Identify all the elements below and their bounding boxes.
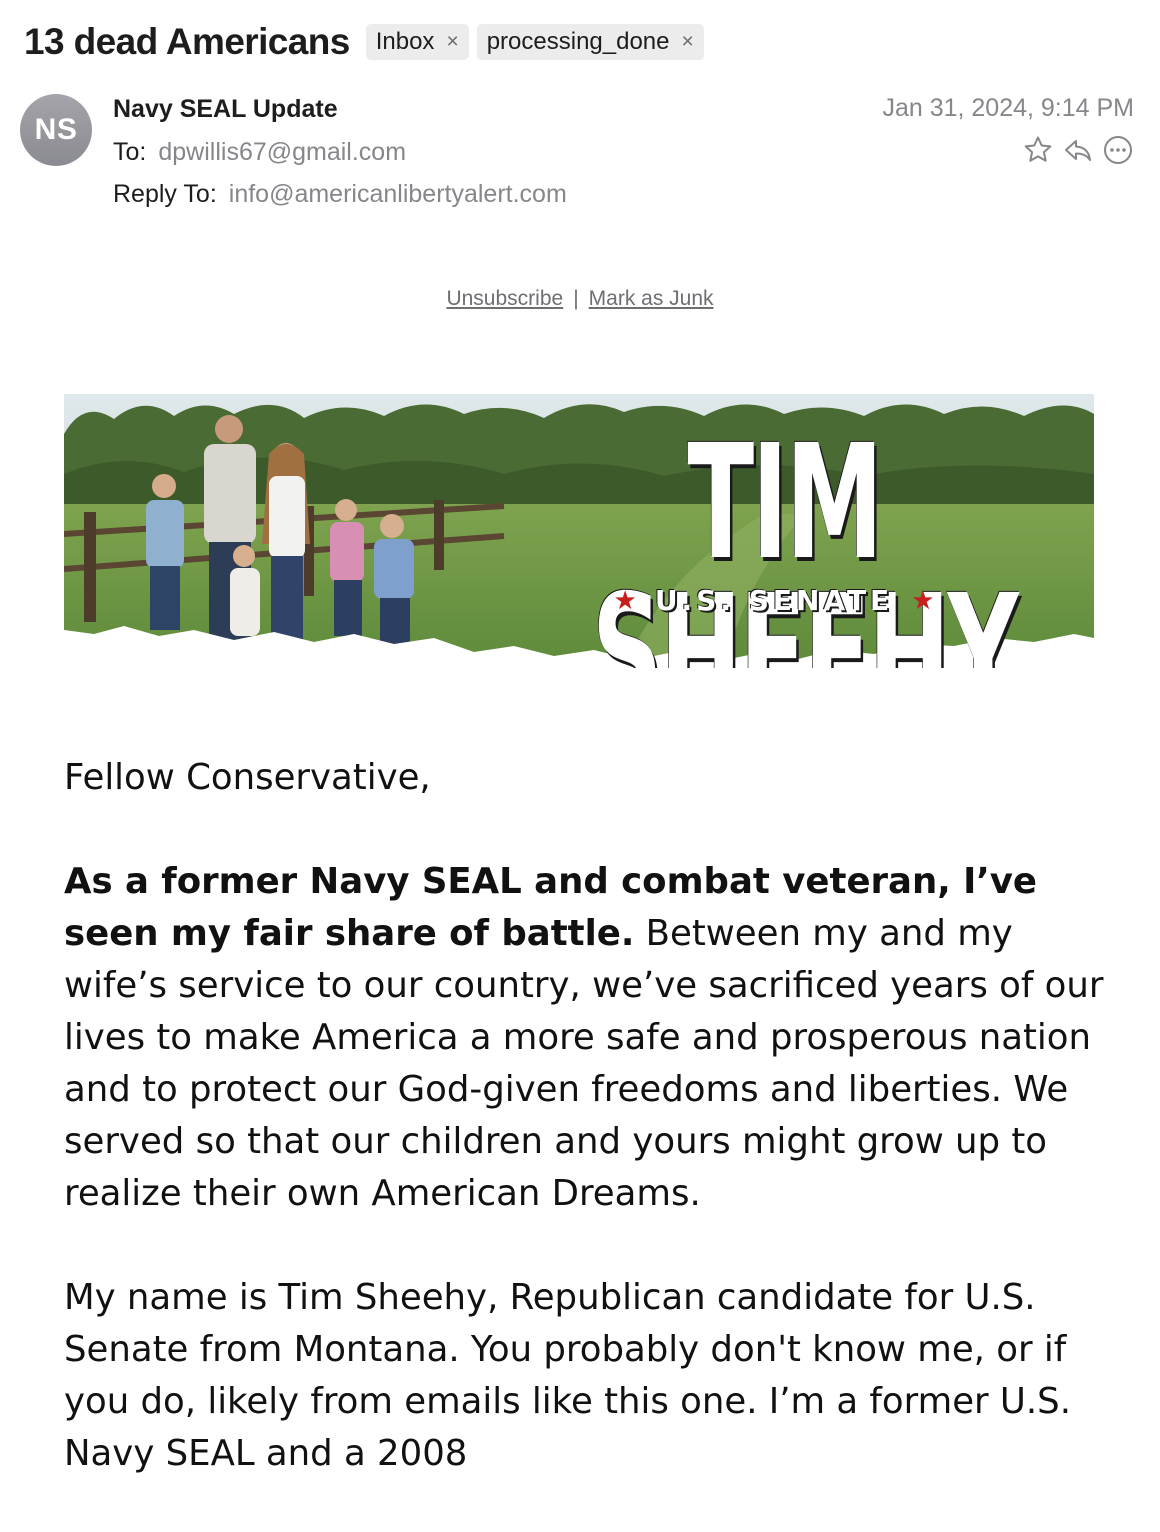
body-paragraph: As a former Navy SEAL and combat veteran… (64, 856, 1104, 1220)
email-subject: 13 dead Americans (24, 21, 350, 62)
greeting: Fellow Conservative, (64, 757, 431, 798)
banner-subtitle-row: ★ U.S. SENATE ★ (544, 584, 1004, 617)
body-paragraph: My name is Tim Sheehy, Republican candid… (64, 1277, 1072, 1474)
tag-label: processing_done (486, 28, 670, 55)
link-separator: | (573, 287, 579, 310)
avatar: NS (20, 94, 92, 166)
banner-subtitle: U.S. SENATE (654, 584, 894, 617)
mark-junk-link[interactable]: Mark as Junk (589, 287, 714, 310)
more-icon[interactable] (1102, 134, 1134, 166)
reply-to-address[interactable]: info@americanlibertyalert.com (229, 180, 567, 208)
reply-to-label: Reply To: (113, 180, 217, 208)
to-label: To: (113, 138, 147, 166)
star-icon[interactable] (1022, 134, 1054, 166)
message-actions (1022, 134, 1134, 166)
tag-remove-icon[interactable]: × (446, 30, 458, 54)
unsubscribe-link[interactable]: Unsubscribe (446, 287, 563, 310)
email-body: Fellow Conservative, As a former Navy SE… (64, 752, 1104, 1532)
to-line: To: dpwillis67@gmail.com (113, 138, 406, 167)
banner-title: TIM SHEEHY (591, 411, 1019, 668)
to-address[interactable]: dpwillis67@gmail.com (158, 138, 406, 166)
reply-icon[interactable] (1062, 134, 1094, 166)
tag-processing-done[interactable]: processing_done × (476, 24, 704, 60)
tag-label: Inbox (375, 28, 435, 55)
reply-to-line: Reply To: info@americanlibertyalert.com (113, 180, 567, 209)
body-paragraph-text: Between my and my wife’s service to our … (64, 913, 1104, 1214)
sender-name[interactable]: Navy SEAL Update (113, 95, 338, 124)
star-icon: ★ (613, 585, 637, 615)
tag-inbox[interactable]: Inbox × (365, 24, 469, 60)
campaign-banner: TIM SHEEHY ★ U.S. SENATE ★ (64, 394, 1094, 668)
tag-remove-icon[interactable]: × (682, 30, 694, 54)
subject-row: 13 dead Americans Inbox × processing_don… (24, 20, 712, 64)
email-date: Jan 31, 2024, 9:14 PM (882, 94, 1134, 122)
star-icon: ★ (911, 585, 935, 615)
list-actions: Unsubscribe | Mark as Junk (0, 287, 1160, 311)
